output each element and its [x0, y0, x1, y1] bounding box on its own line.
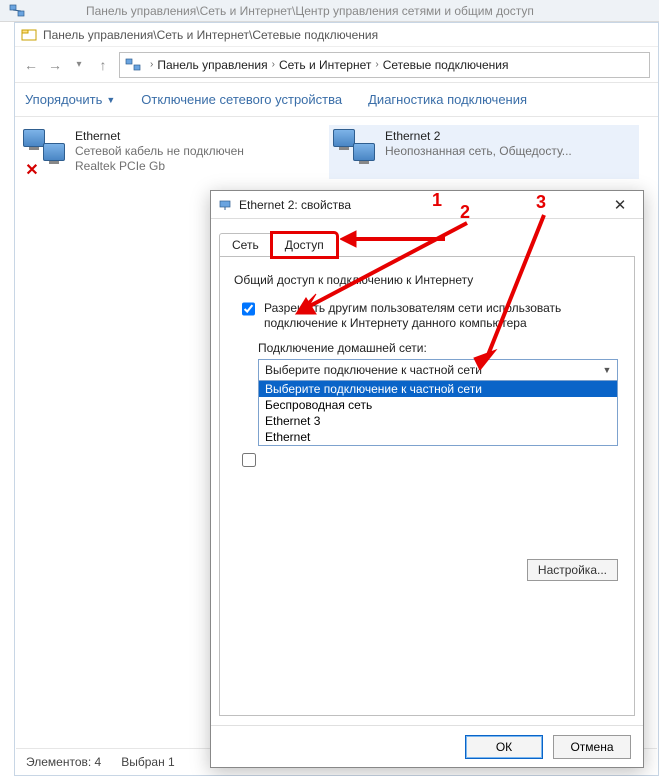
- allow-sharing-checkbox[interactable]: [242, 302, 255, 316]
- chevron-right-icon: ›: [268, 59, 279, 70]
- nav-bar: ← → ▾ ↑ › Панель управления › Сеть и Инт…: [15, 47, 658, 83]
- window-title-text: Панель управления\Сеть и Интернет\Сетевы…: [43, 28, 378, 42]
- connections-list: ✕ Ethernet Сетевой кабель не подключен R…: [15, 117, 658, 187]
- combo-option[interactable]: Ethernet 3: [259, 413, 617, 429]
- connection-icon: ✕: [23, 129, 75, 177]
- breadcrumb-part[interactable]: Сетевые подключения: [383, 58, 509, 72]
- connection-status: Неопознанная сеть, Общедосту...: [385, 144, 572, 159]
- connection-item-ethernet2[interactable]: Ethernet 2 Неопознанная сеть, Общедосту.…: [329, 125, 639, 179]
- home-connection-label: Подключение домашней сети:: [258, 341, 620, 355]
- cancel-button[interactable]: Отмена: [553, 735, 631, 759]
- second-checkbox[interactable]: [242, 453, 256, 467]
- disable-device-action[interactable]: Отключение сетевого устройства: [141, 92, 342, 107]
- dialog-footer: ОК Отмена: [211, 725, 643, 767]
- error-x-icon: ✕: [23, 161, 41, 179]
- combo-dropdown-list: Выберите подключение к частной сети Бесп…: [258, 381, 618, 446]
- background-path: Панель управления\Сеть и Интернет\Центр …: [86, 4, 534, 18]
- connection-icon: [333, 129, 385, 177]
- combo-option[interactable]: Беспроводная сеть: [259, 397, 617, 413]
- nav-recent-button[interactable]: ▾: [67, 53, 91, 77]
- allow-sharing-row: Разрешить другим пользователям сети испо…: [238, 301, 620, 331]
- breadcrumb-part[interactable]: Панель управления: [157, 58, 267, 72]
- background-titlebar: Панель управления\Сеть и Интернет\Центр …: [0, 0, 659, 22]
- combo-option[interactable]: Ethernet: [259, 429, 617, 445]
- breadcrumb-icon: [124, 56, 142, 74]
- nav-forward-button[interactable]: →: [43, 53, 67, 77]
- status-selected: Выбран 1: [121, 755, 174, 769]
- combo-option[interactable]: Выберите подключение к частной сети: [259, 381, 617, 397]
- chevron-down-icon: ▼: [106, 95, 115, 105]
- organize-label: Упорядочить: [25, 92, 102, 107]
- sharing-fieldset: Общий доступ к подключению к Интернету Р…: [234, 273, 620, 470]
- ok-button[interactable]: ОК: [465, 735, 543, 759]
- network-adapter-icon: [217, 197, 233, 213]
- window-titlebar: Панель управления\Сеть и Интернет\Сетевы…: [15, 23, 658, 47]
- allow-sharing-label: Разрешить другим пользователям сети испо…: [264, 301, 620, 331]
- combo-selected-value: Выберите подключение к частной сети: [259, 360, 617, 380]
- dialog-titlebar: Ethernet 2: свойства ✕: [211, 191, 643, 219]
- tabs: Сеть Доступ: [211, 219, 643, 257]
- chevron-right-icon: ›: [371, 59, 382, 70]
- connection-item-ethernet[interactable]: ✕ Ethernet Сетевой кабель не подключен R…: [19, 125, 329, 179]
- disable-label: Отключение сетевого устройства: [141, 92, 342, 107]
- diagnose-label: Диагностика подключения: [368, 92, 527, 107]
- fieldset-legend: Общий доступ к подключению к Интернету: [234, 273, 620, 293]
- close-button[interactable]: ✕: [603, 193, 637, 217]
- chevron-right-icon: ›: [146, 59, 157, 70]
- chevron-down-icon: ▼: [599, 362, 615, 378]
- status-count: Элементов: 4: [26, 755, 101, 769]
- connection-device: Realtek PCIe Gb: [75, 159, 244, 174]
- tab-panel-access: Общий доступ к подключению к Интернету Р…: [219, 256, 635, 716]
- dialog-title: Ethernet 2: свойства: [239, 198, 351, 212]
- home-connection-combo[interactable]: Выберите подключение к частной сети ▼: [258, 359, 618, 381]
- folder-icon: [21, 27, 37, 43]
- ethernet-properties-dialog: Ethernet 2: свойства ✕ Сеть Доступ Общий…: [210, 190, 644, 768]
- connection-name: Ethernet 2: [385, 129, 572, 144]
- connection-status: Сетевой кабель не подключен: [75, 144, 244, 159]
- toolbar: Упорядочить ▼ Отключение сетевого устрой…: [15, 83, 658, 117]
- nav-back-button[interactable]: ←: [19, 53, 43, 77]
- network-center-icon: [8, 2, 26, 20]
- diagnose-action[interactable]: Диагностика подключения: [368, 92, 527, 107]
- breadcrumb[interactable]: › Панель управления › Сеть и Интернет › …: [119, 52, 650, 78]
- tab-access[interactable]: Доступ: [272, 233, 337, 257]
- second-checkbox-row: [238, 452, 620, 470]
- close-icon: ✕: [614, 196, 627, 214]
- connection-name: Ethernet: [75, 129, 244, 144]
- nav-up-button[interactable]: ↑: [91, 53, 115, 77]
- settings-button[interactable]: Настройка...: [527, 559, 618, 581]
- organize-menu[interactable]: Упорядочить ▼: [25, 92, 115, 107]
- tab-network[interactable]: Сеть: [219, 233, 272, 257]
- breadcrumb-part[interactable]: Сеть и Интернет: [279, 58, 371, 72]
